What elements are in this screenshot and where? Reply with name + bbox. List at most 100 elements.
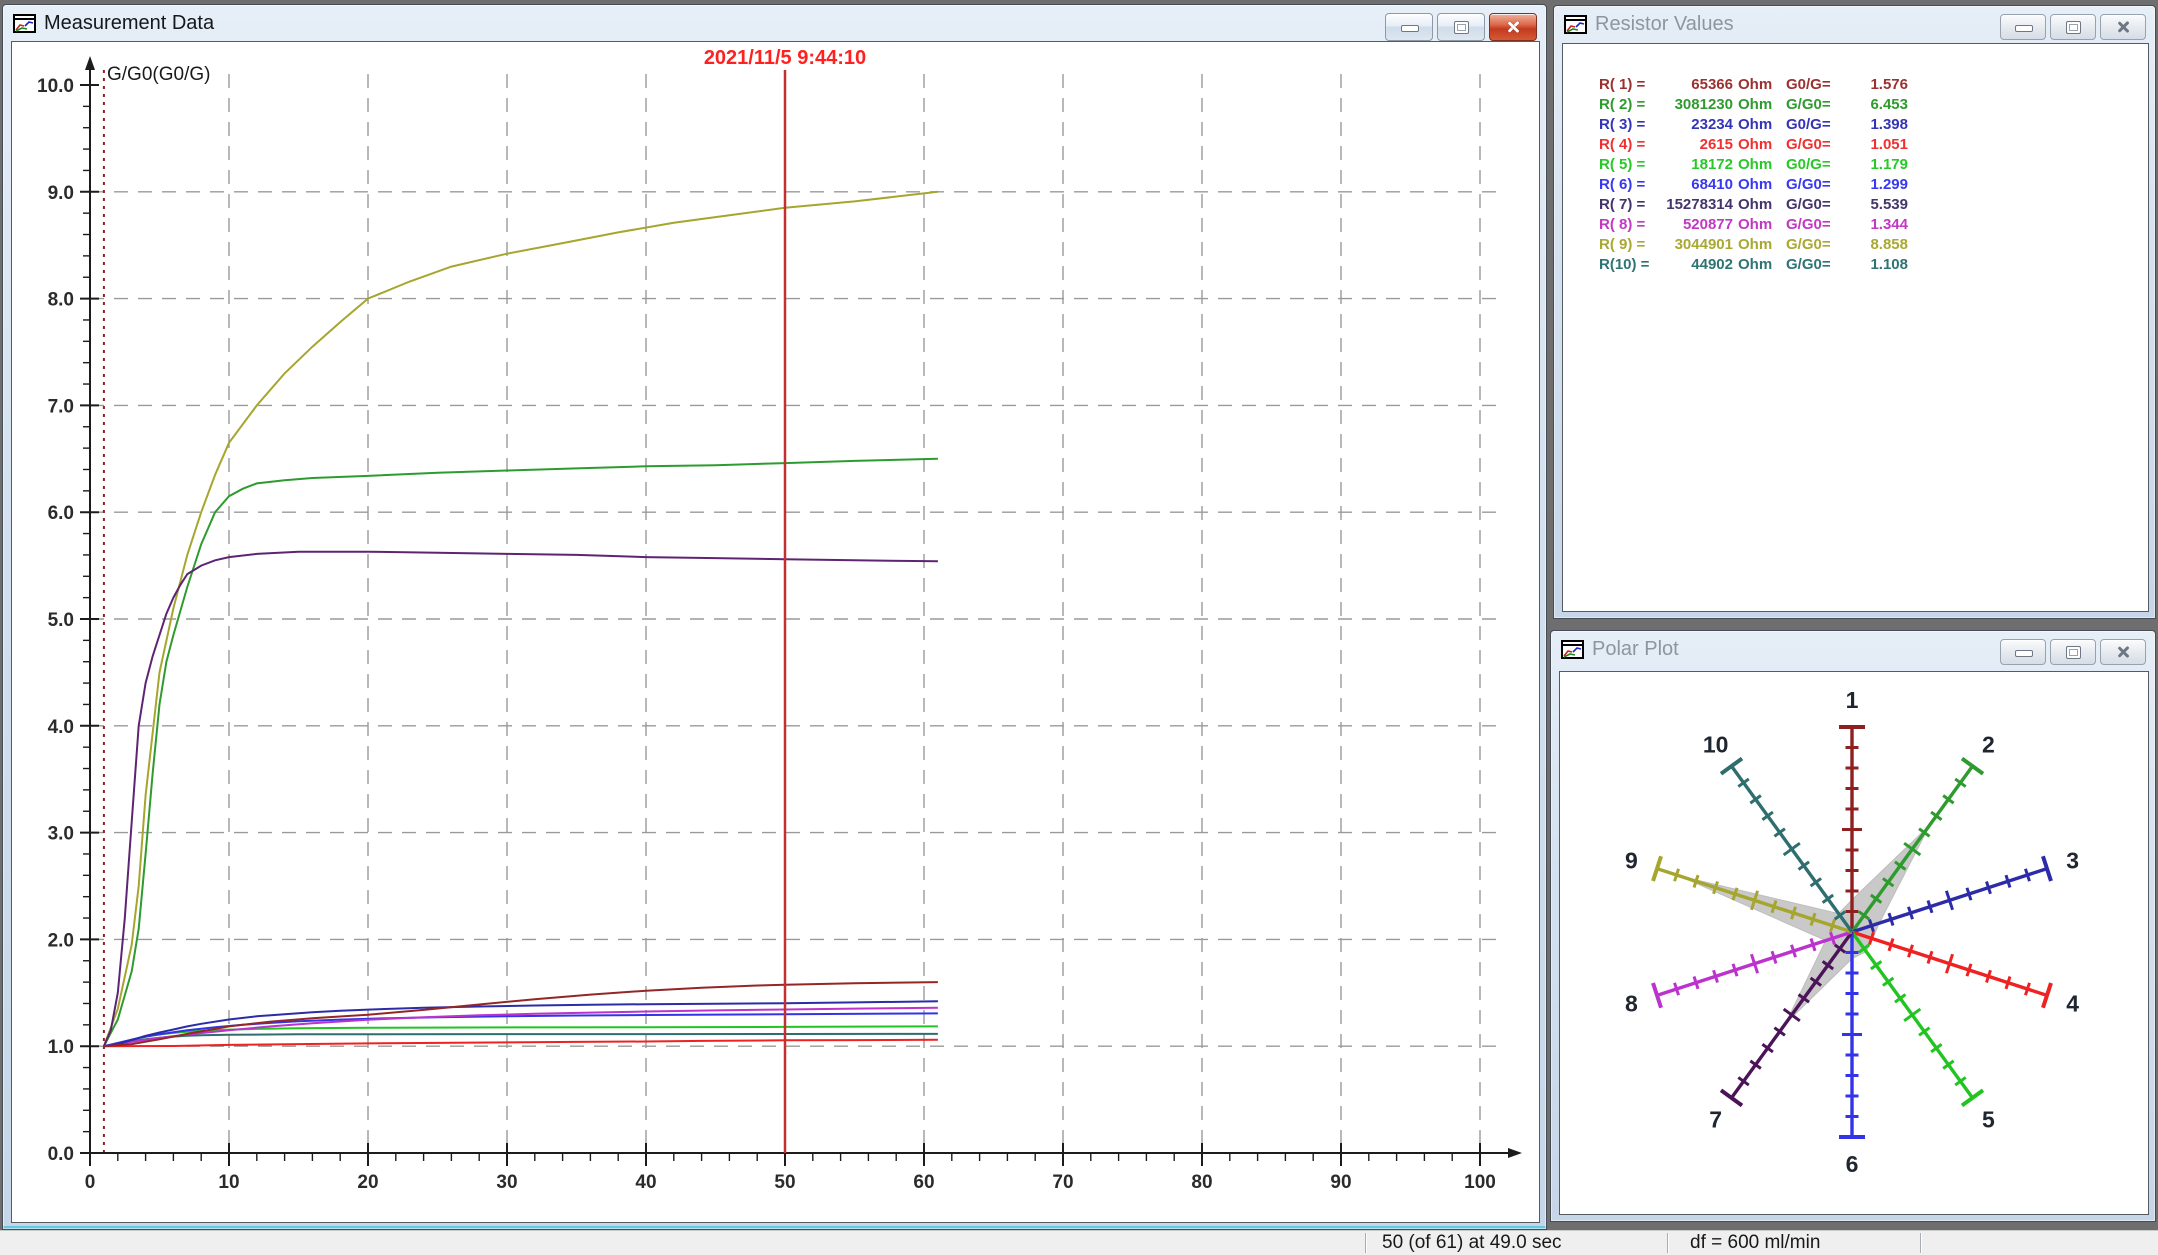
y-tick-label: 6.0: [48, 503, 74, 524]
ratio-label: G0/G=: [1786, 76, 1842, 93]
y-tick-label: 8.0: [48, 290, 74, 311]
minimize-button[interactable]: [2000, 14, 2046, 40]
y-tick-label: 4.0: [48, 717, 74, 738]
resistance-value: 44902: [1659, 256, 1733, 273]
resistor-row: R( 6) =68410OhmG/G0=1.299: [1599, 174, 2148, 194]
resistor-row: R( 7) =15278314OhmG/G0=5.539: [1599, 194, 2148, 214]
polar-axis-4: [1852, 932, 2051, 1008]
resistor-name: R( 5) =: [1599, 156, 1659, 173]
window-title: Polar Plot: [1592, 638, 1679, 661]
x-tick-label: 10: [218, 1172, 239, 1193]
polar-axis-tick: [1733, 964, 1737, 976]
window-title: Measurement Data: [44, 12, 214, 35]
chart-window-icon: [13, 14, 36, 33]
resistance-unit: Ohm: [1733, 96, 1782, 113]
polar-axis-tick: [1792, 945, 1796, 957]
polar-axis-tick: [1908, 945, 1912, 957]
resistor-name: R( 3) =: [1599, 116, 1659, 133]
resistance-unit: Ohm: [1733, 176, 1782, 193]
ratio-label: G/G0=: [1786, 136, 1842, 153]
x-tick-label: 50: [774, 1172, 795, 1193]
status-flow-rate: df = 600 ml/min: [1690, 1231, 1820, 1255]
polar-axis-tick: [2006, 976, 2010, 988]
x-tick-label: 70: [1052, 1172, 1073, 1193]
polar-axis-number: 3: [2066, 847, 2079, 873]
polar-radar-chart[interactable]: 12345678910: [1560, 672, 2146, 1212]
ratio-value: 1.576: [1842, 76, 1908, 93]
resistor-name: R(10) =: [1599, 256, 1659, 273]
minimize-icon: [2015, 25, 2033, 32]
mdi-application: { "app": { "background": "#6e6e6e" }, "m…: [0, 0, 2158, 1254]
resistance-value: 65366: [1659, 76, 1733, 93]
maximize-icon: [2066, 646, 2081, 659]
maximize-button[interactable]: [2050, 14, 2096, 40]
resistor-row: R( 4) =2615OhmG/G0=1.051: [1599, 134, 2148, 154]
close-icon: [2115, 644, 2131, 660]
status-sample-count: 50 (of 61) at 49.0 sec: [1382, 1231, 1562, 1255]
resistor-row: R( 9) =3044901OhmG/G0=8.858: [1599, 234, 2148, 254]
polar-axis-tick: [1784, 843, 1800, 855]
polar-axis-7: [1721, 932, 1852, 1105]
close-button[interactable]: [2100, 639, 2146, 665]
close-button[interactable]: [1489, 13, 1537, 41]
resistor-value-list: R( 1) =65366OhmG0/G=1.576R( 2) =3081230O…: [1563, 44, 2148, 274]
resistance-value: 23234: [1659, 116, 1733, 133]
ratio-label: G/G0=: [1786, 236, 1842, 253]
ratio-value: 1.344: [1842, 216, 1908, 233]
y-tick-label: 9.0: [48, 183, 74, 204]
polar-axis-tick: [1675, 983, 1679, 995]
maximize-button[interactable]: [1437, 13, 1485, 41]
polar-axis-tick: [1721, 1090, 1742, 1105]
x-tick-label: 80: [1191, 1172, 1212, 1193]
y-tick-label: 1.0: [48, 1037, 74, 1058]
chart-axis-title: G/G0(G0/G): [107, 64, 210, 85]
minimize-button[interactable]: [2000, 639, 2046, 665]
polar-axis-tick: [1721, 759, 1742, 774]
resistance-unit: Ohm: [1733, 136, 1782, 153]
resistance-unit: Ohm: [1733, 236, 1782, 253]
ratio-value: 1.299: [1842, 176, 1908, 193]
resistance-unit: Ohm: [1733, 156, 1782, 173]
timestamp-label: 2021/11/5 9:44:10: [704, 47, 866, 69]
polar-plot-client: 12345678910: [1559, 671, 2149, 1215]
polar-axis-tick: [1694, 976, 1698, 988]
resistance-value: 18172: [1659, 156, 1733, 173]
polar-axis-tick: [1694, 875, 1698, 887]
polar-axis-number: 2: [1982, 731, 1995, 757]
measurement-line-chart[interactable]: 01020304050607080901000.01.02.03.04.05.0…: [12, 42, 1539, 1220]
polar-axis-tick: [1889, 913, 1893, 925]
polar-axis-tick: [1986, 881, 1990, 893]
minimize-icon: [1401, 25, 1419, 32]
axis-labels: 01020304050607080901000.01.02.03.04.05.0…: [37, 76, 1496, 1193]
status-bar: 50 (of 61) at 49.0 sec df = 600 ml/min: [0, 1230, 2158, 1255]
x-tick-label: 60: [913, 1172, 934, 1193]
resistor-values-titlebar[interactable]: Resistor Values: [1554, 6, 2155, 42]
y-tick-label: 10.0: [37, 76, 74, 97]
close-button[interactable]: [2100, 14, 2146, 40]
polar-axis-tick: [2025, 983, 2029, 995]
polar-axis-tick: [1908, 907, 1912, 919]
resistor-name: R( 6) =: [1599, 176, 1659, 193]
measurement-data-titlebar[interactable]: Measurement Data: [3, 5, 1546, 41]
x-tick-label: 30: [496, 1172, 517, 1193]
resistor-row: R(10) =44902OhmG/G0=1.108: [1599, 254, 2148, 274]
polar-axis-number: 4: [2066, 991, 2079, 1017]
status-separator: [1365, 1233, 1366, 1253]
maximize-button[interactable]: [2050, 639, 2096, 665]
resistor-name: R( 2) =: [1599, 96, 1659, 113]
status-separator: [1920, 1233, 1921, 1253]
resistance-unit: Ohm: [1733, 116, 1782, 133]
maximize-icon: [1454, 21, 1469, 34]
resistor-name: R( 9) =: [1599, 236, 1659, 253]
measurement-data-window: Measurement Data 01020304050607080901000…: [2, 4, 1547, 1230]
resistor-values-window: Resistor Values R( 1) =65366OhmG0/G=1.57…: [1553, 5, 2156, 619]
minimize-button[interactable]: [1385, 13, 1433, 41]
polar-plot-titlebar[interactable]: Polar Plot: [1551, 631, 2155, 667]
y-tick-label: 5.0: [48, 610, 74, 631]
x-tick-label: 0: [85, 1172, 96, 1193]
resistor-values-client: R( 1) =65366OhmG0/G=1.576R( 2) =3081230O…: [1562, 43, 2149, 612]
polar-axis-tick: [1889, 938, 1893, 950]
ratio-value: 1.398: [1842, 116, 1908, 133]
polar-axis-tick: [1714, 970, 1718, 982]
polar-axis-number: 10: [1703, 731, 1729, 757]
